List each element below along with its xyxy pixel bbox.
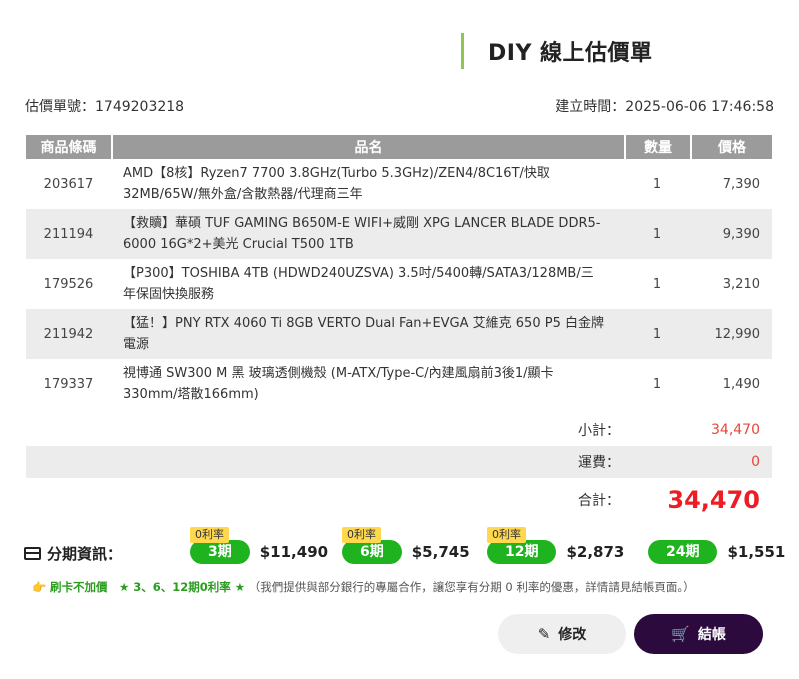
installment-period: 24期 [648,540,718,564]
zero-interest-badge: 0利率 [190,527,229,543]
item-name: 視博通 SW300 M 黑 玻璃透側機殼 (M-ATX/Type-C/內建風扇前… [123,366,554,402]
page-title: DIY 線上估價單 [488,41,653,66]
table-header-row: 商品條碼 品名 數量 價格 [26,135,772,159]
installment-amount: $1,551 [727,543,786,561]
installment-period: 3期 [190,540,250,564]
installment-heading: 分期資訊： [24,543,122,564]
installment-plan-12: 0利率 12期 $2,873 [487,527,625,564]
installment-label: 分期資訊： [47,545,123,563]
note-highlight: 刷卡不加價 ★ 3、6、12期0利率 ★ [49,580,246,594]
subtotal-value: 34,470 [711,422,760,438]
total-value: 34,470 [667,486,760,514]
installment-period: 12期 [487,540,557,564]
created-time-label: 建立時間： [555,99,626,115]
zero-interest-badge: 0利率 [487,527,526,543]
item-price: 3,210 [722,276,760,292]
note-text: （我們提供與部分銀行的專屬合作，讓您享有分期 0 利率的優惠，詳情請見結帳頁面。… [248,580,695,594]
installment-plan-3: 0利率 3期 $11,490 [190,527,329,564]
created-time: 建立時間：2025-06-06 17:46:58 [555,96,774,116]
credit-card-icon [24,547,41,560]
item-code: 211194 [43,226,94,242]
item-price: 9,390 [722,226,760,242]
item-name: 【P300】TOSHIBA 4TB (HDWD240UZSVA) 3.5吋/54… [123,266,594,302]
item-code: 203617 [43,176,94,192]
total-row: 合計： 34,470 [26,480,772,520]
item-qty: 1 [652,326,662,342]
cart-icon: 🛒 [671,625,690,643]
item-qty: 1 [652,176,662,192]
quote-number-label: 估價單號： [25,99,95,115]
item-price: 1,490 [722,376,760,392]
item-qty: 1 [652,276,662,292]
item-qty: 1 [652,376,662,392]
edit-button[interactable]: ✎ 修改 [498,614,626,654]
item-price: 12,990 [714,326,761,342]
page-header: DIY 線上估價單 [461,33,653,69]
checkout-button[interactable]: 🛒 結帳 [634,614,763,654]
installment-amount: $11,490 [259,543,329,561]
shipping-row: 運費： 0 [26,446,772,478]
installment-plan-24: 24期 $1,551 [648,540,785,564]
column-header-price: 價格 [690,135,772,159]
title-accent-bar [461,33,464,69]
item-name: AMD【8核】Ryzen7 7700 3.8GHz(Turbo 5.3GHz)/… [123,166,550,202]
column-header-name: 品名 [111,135,624,159]
pointing-hand-icon: 👉 [32,580,47,594]
installment-period: 6期 [342,540,402,564]
created-time-value: 2025-06-06 17:46:58 [625,99,774,115]
quote-number-value: 1749203218 [95,99,185,115]
table-row: 179337 視博通 SW300 M 黑 玻璃透側機殼 (M-ATX/Type-… [26,359,772,409]
table-row: 211194 【救贖】華碩 TUF GAMING B650M-E WIFI+威剛… [26,209,772,259]
installment-amount: $2,873 [566,543,625,561]
item-code: 179526 [43,276,94,292]
checkout-button-label: 結帳 [697,627,726,643]
item-code: 179337 [43,376,94,392]
item-name: 【救贖】華碩 TUF GAMING B650M-E WIFI+威剛 XPG LA… [123,216,601,252]
item-name: 【猛！】PNY RTX 4060 Ti 8GB VERTO Dual Fan+E… [123,316,604,352]
item-code: 211942 [43,326,94,342]
subtotal-label: 小計： [578,423,620,439]
zero-interest-badge: 0利率 [342,527,381,543]
edit-button-label: 修改 [558,627,587,643]
pencil-icon: ✎ [537,625,551,643]
column-header-qty: 數量 [624,135,690,159]
item-qty: 1 [652,226,662,242]
table-row: 211942 【猛！】PNY RTX 4060 Ti 8GB VERTO Dua… [26,309,772,359]
installment-plan-6: 0利率 6期 $5,745 [342,527,470,564]
column-header-code: 商品條碼 [26,135,111,159]
table-row: 203617 AMD【8核】Ryzen7 7700 3.8GHz(Turbo 5… [26,159,772,209]
quote-table: 商品條碼 品名 數量 價格 203617 AMD【8核】Ryzen7 7700 … [26,135,772,409]
installment-note: 👉 刷卡不加價 ★ 3、6、12期0利率 ★ （我們提供與部分銀行的專屬合作，讓… [32,579,695,595]
total-label: 合計： [578,493,620,509]
subtotal-row: 小計： 34,470 [26,414,772,446]
quote-number: 估價單號：1749203218 [25,96,184,116]
shipping-label: 運費： [578,455,620,471]
table-row: 179526 【P300】TOSHIBA 4TB (HDWD240UZSVA) … [26,259,772,309]
item-price: 7,390 [722,176,760,192]
shipping-value: 0 [751,454,760,470]
installment-amount: $5,745 [411,543,470,561]
